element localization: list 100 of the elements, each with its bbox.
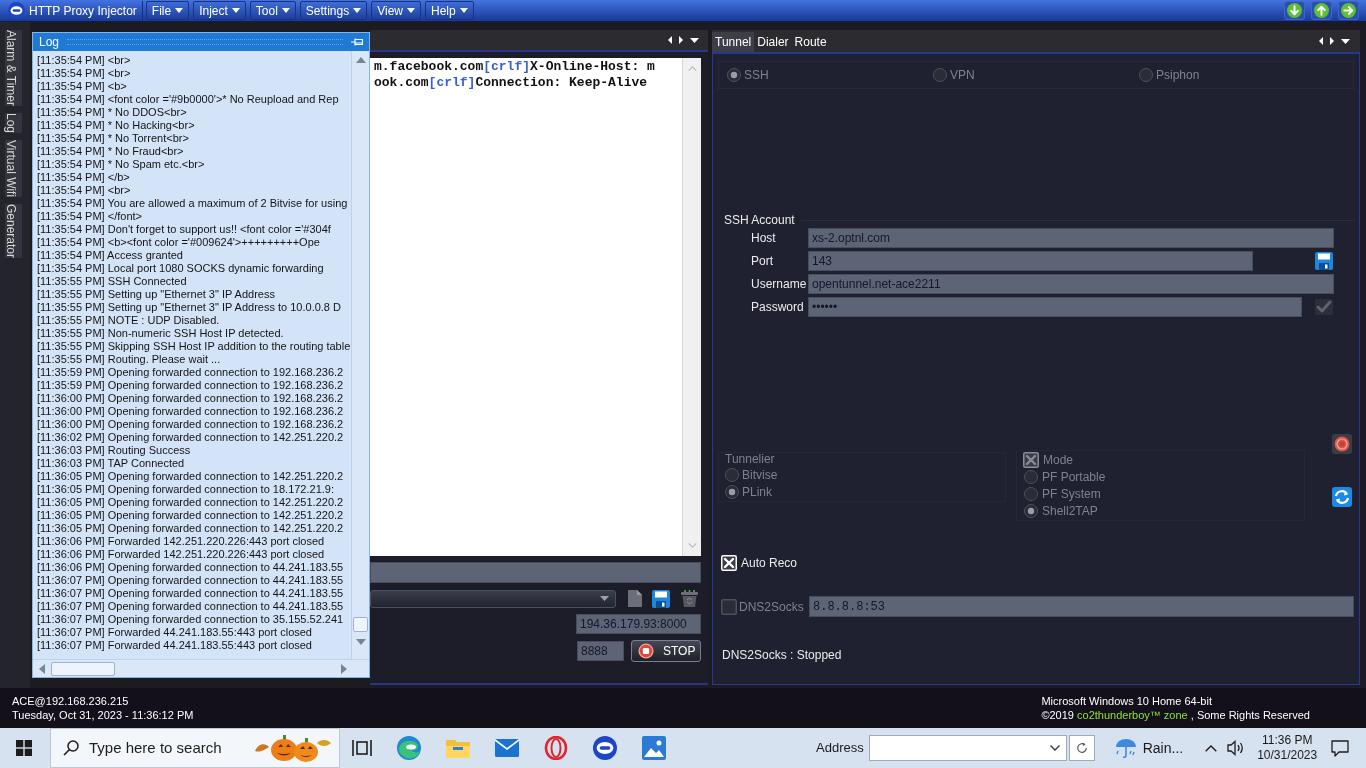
pin-icon[interactable] (351, 38, 363, 46)
input-field[interactable] (370, 562, 701, 583)
weather-text[interactable]: Rain... (1142, 737, 1184, 759)
scrollbar-thumb[interactable] (353, 617, 368, 632)
status-text: DNS2Socks : Stopped (721, 647, 842, 664)
radio-label: Bitvise (742, 466, 778, 484)
os-text: Microsoft Windows 10 Home 64-bit (1041, 694, 1212, 708)
photo-icon[interactable] (641, 736, 666, 760)
triangle-down-icon (355, 639, 366, 645)
search-field[interactable]: Type here to search (89, 736, 239, 760)
stop-icon[interactable] (1332, 434, 1352, 454)
clock-time[interactable]: 11:36 PM (1261, 733, 1313, 748)
address-label: Address (816, 739, 864, 758)
horizontal-scrollbar[interactable] (33, 659, 369, 677)
chevron-up-icon (687, 66, 697, 71)
refresh-button[interactable] (1068, 735, 1095, 761)
log-line: [11:36:03 PM] Routing Success (37, 444, 191, 457)
log-line: [11:36:05 PM] Opening forwarded connection to 142.251.220.2 (37, 522, 344, 535)
speaker-icon[interactable] (1227, 740, 1246, 756)
copyright-text: ©2019 co2thunderboy™ zone , Some Rights Reserved (1041, 708, 1310, 722)
search-icon (63, 740, 79, 756)
log-line: [11:36:07 PM] Forwarded 44.241.183.55:443 port closed (37, 639, 312, 652)
field-label: Password (751, 299, 805, 316)
task-view-icon[interactable] (352, 739, 372, 757)
arrow-right-button[interactable] (1338, 1, 1359, 20)
log-line: [11:35:54 PM] * No Fraud<br> (37, 145, 184, 158)
swirl-icon[interactable] (396, 736, 421, 760)
arrow-up-button[interactable] (1311, 1, 1332, 20)
save-icon[interactable] (1315, 252, 1333, 270)
log-line: [11:35:54 PM] Access granted (37, 249, 183, 262)
log-line: [11:35:54 PM] </font> (37, 210, 142, 223)
tab[interactable]: Route (791, 32, 830, 52)
log-line: [11:35:55 PM] Skipping SSH Host IP addition to the routing table (37, 340, 351, 353)
log-line: [11:35:55 PM] Non-numeric SSH Host IP detected. (37, 327, 284, 340)
log-line: [11:36:06 PM] Forwarded 142.251.220.226:443 port closed (37, 535, 325, 548)
log-line: [11:36:07 PM] Forwarded 44.241.183.55:443 port closed (37, 626, 312, 639)
side-tab[interactable]: Virtual Wifi (5, 140, 22, 198)
menu-button[interactable]: File (145, 1, 190, 20)
ring-icon[interactable] (543, 736, 568, 760)
text-editor[interactable]: m.facebook.com[crlf]X-Online-Host: m ook.com[crlf]Connection: Keep-Alive (370, 58, 701, 556)
mail-icon[interactable] (494, 739, 519, 757)
menu-button[interactable]: Help (425, 1, 474, 20)
log-line: [11:36:05 PM] Opening forwarded connection to 142.251.220.2 (37, 470, 344, 483)
stop-button[interactable]: STOP (631, 640, 701, 662)
vertical-scrollbar[interactable] (351, 51, 369, 659)
code-line: ook.com[crlf]Connection: Keep-Alive (374, 75, 648, 91)
field-label: Port (751, 253, 774, 270)
log-line: [11:36:06 PM] Opening forwarded connection to 44.241.183.55 (37, 561, 344, 574)
log-line: [11:36:05 PM] Opening forwarded connection to 142.251.220.2 (37, 509, 344, 522)
app-logo-icon[interactable] (592, 736, 617, 760)
document-icon[interactable] (628, 590, 642, 607)
caret-down-icon (690, 37, 699, 43)
log-line: [11:35:59 PM] Opening forwarded connection to 192.168.236.2 (37, 379, 344, 392)
log-line: [11:35:54 PM] <b> (37, 80, 127, 93)
group-title: SSH Account (723, 214, 795, 227)
panel-title: Log (39, 35, 60, 49)
clock-date[interactable]: 10/31/2023 (1257, 748, 1318, 763)
side-tab[interactable]: Generator (5, 204, 22, 259)
checkbox-label: Mode (1043, 451, 1074, 469)
vertical-scrollbar[interactable] (682, 58, 701, 556)
arrow-down-button[interactable] (1284, 1, 1305, 20)
chevron-up-icon[interactable] (1205, 744, 1218, 752)
log-line: [11:35:54 PM] You are allowed a maximum of 2 Bitvise for using (37, 197, 348, 210)
tab[interactable]: Tunnel (712, 32, 755, 52)
menu-button[interactable]: Settings (299, 1, 368, 20)
app-logo-icon (8, 2, 25, 19)
caret-left-icon (668, 36, 672, 44)
log-line: [11:36:05 PM] Opening forwarded connection to 18.172.21.9: (37, 483, 334, 496)
menu-button[interactable]: Tool (249, 1, 296, 20)
date-time-text: Tuesday, Oct 31, 2023 - 11:36:12 PM (12, 708, 194, 722)
caret-icon (353, 8, 362, 13)
save-icon[interactable] (652, 589, 670, 608)
log-line: [11:35:55 PM] Setting up "Ethernet 3" IP Address (37, 288, 275, 301)
arrow-up-icon (1314, 3, 1329, 18)
scrollbar-thumb[interactable] (51, 661, 115, 676)
side-tab[interactable]: Log (5, 113, 22, 134)
refresh-icon[interactable] (1332, 487, 1352, 507)
side-tab[interactable]: Alarm & Timer (5, 30, 22, 106)
folder-icon[interactable] (445, 738, 470, 758)
log-line: [11:35:54 PM] Local port 1080 SOCKS dynamic forwarding (37, 262, 324, 275)
search-box[interactable]: Type here to search (50, 728, 340, 768)
notification-icon[interactable] (1331, 739, 1350, 757)
menu-button[interactable]: Inject (193, 1, 246, 20)
radio-label: PF Portable (1042, 468, 1106, 486)
log-line: [11:36:02 PM] Opening forwarded connection to 142.251.220.2 (37, 431, 344, 444)
address-field[interactable] (868, 735, 1067, 761)
tab[interactable]: Dialer (754, 32, 792, 52)
caret-icon (600, 596, 609, 601)
chevron-down-icon[interactable] (1049, 745, 1060, 751)
check-icon[interactable] (1315, 299, 1333, 315)
log-line: [11:35:55 PM] Setting up "Ethernet 3" IP Address to 10.0.0.8 D (37, 301, 341, 314)
recycle-bin-icon[interactable] (681, 590, 698, 607)
caret-right-icon (679, 36, 683, 44)
menu-button[interactable]: View (371, 1, 421, 20)
log-line: [11:35:55 PM] SSH Connected (37, 275, 187, 288)
windows-logo-icon[interactable] (16, 740, 32, 756)
caret-left-icon (1319, 37, 1323, 45)
umbrella-icon[interactable] (1114, 737, 1137, 759)
app-title: HTTP Proxy Injector (29, 2, 137, 20)
radio-label: PF System (1042, 485, 1101, 503)
